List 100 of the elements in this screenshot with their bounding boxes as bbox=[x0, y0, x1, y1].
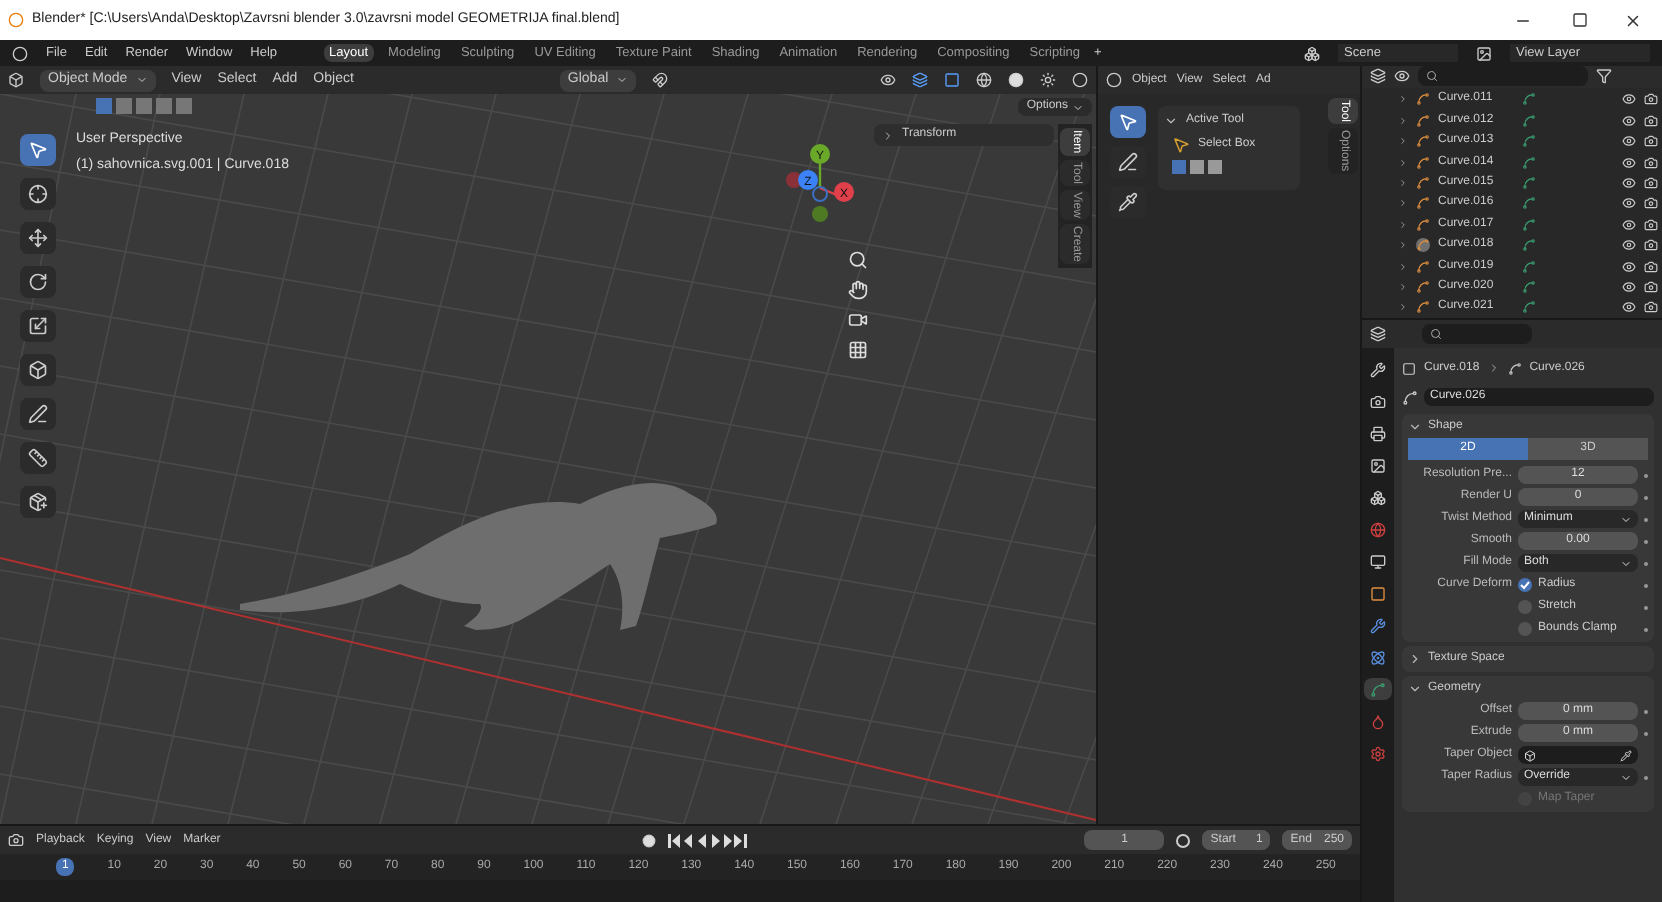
curve-data-icon[interactable] bbox=[1364, 678, 1392, 700]
curve-icon[interactable] bbox=[1416, 217, 1430, 232]
curve-icon[interactable] bbox=[1416, 134, 1430, 149]
material-shading-icon[interactable] bbox=[1040, 72, 1056, 88]
playback-controls-icon[interactable] bbox=[668, 833, 749, 847]
caret-icon bbox=[1620, 513, 1632, 525]
curve-icon[interactable] bbox=[1416, 300, 1430, 315]
visibility-icon[interactable] bbox=[1622, 155, 1636, 170]
add-cube-icon[interactable] bbox=[20, 486, 56, 518]
modifier-icon bbox=[1522, 175, 1536, 190]
caret-icon bbox=[1072, 101, 1084, 113]
render-camera-icon[interactable] bbox=[1644, 155, 1658, 170]
checkbox[interactable] bbox=[1518, 578, 1532, 592]
camera-icon[interactable] bbox=[848, 310, 868, 330]
checkbox[interactable] bbox=[1518, 600, 1532, 614]
display-mode-icon[interactable] bbox=[1370, 68, 1386, 85]
curve-icon[interactable] bbox=[1416, 238, 1430, 253]
pan-hand-icon[interactable] bbox=[848, 280, 868, 300]
object-field[interactable] bbox=[1518, 746, 1638, 764]
render-camera-icon[interactable] bbox=[1644, 217, 1658, 232]
record-icon[interactable] bbox=[642, 833, 657, 847]
render-camera-icon[interactable] bbox=[1644, 113, 1658, 128]
rendered-shading-icon[interactable] bbox=[1072, 72, 1088, 88]
checkbox[interactable] bbox=[1518, 622, 1532, 636]
visibility-icon[interactable] bbox=[1622, 259, 1636, 274]
scale-icon[interactable] bbox=[20, 310, 56, 342]
render-camera-icon[interactable] bbox=[1644, 300, 1658, 315]
curve-icon[interactable] bbox=[1416, 92, 1430, 107]
grid-icon[interactable] bbox=[848, 340, 868, 360]
view-icon[interactable] bbox=[1394, 68, 1410, 85]
solid-shading-icon[interactable] bbox=[1008, 72, 1024, 88]
search-field[interactable] bbox=[1422, 324, 1532, 344]
modifier-icon bbox=[1522, 238, 1536, 253]
visibility-icon[interactable] bbox=[1622, 279, 1636, 294]
visibility-icon[interactable] bbox=[1622, 92, 1636, 107]
wireframe-shading-icon[interactable] bbox=[976, 72, 992, 88]
editor-type-icon[interactable] bbox=[8, 832, 24, 848]
rotate-icon[interactable] bbox=[20, 266, 56, 298]
render-camera-icon[interactable] bbox=[1644, 196, 1658, 211]
render-camera-icon[interactable] bbox=[1644, 175, 1658, 190]
transform-icon[interactable] bbox=[20, 354, 56, 386]
zoom-icon[interactable] bbox=[848, 250, 868, 270]
filter-icon[interactable] bbox=[1596, 68, 1612, 85]
curve-icon[interactable] bbox=[1416, 113, 1430, 128]
editor-type-icon[interactable] bbox=[8, 72, 24, 88]
visibility-icon[interactable] bbox=[1622, 217, 1636, 232]
render-camera-icon[interactable] bbox=[1644, 279, 1658, 294]
visibility-icon[interactable] bbox=[1622, 175, 1636, 190]
select-box-icon[interactable] bbox=[1110, 106, 1146, 138]
modifier-icon bbox=[1522, 279, 1536, 294]
select-box-icon[interactable] bbox=[20, 134, 56, 166]
render-camera-icon[interactable] bbox=[1644, 238, 1658, 253]
curve-icon[interactable] bbox=[1416, 155, 1430, 170]
scene-icon[interactable] bbox=[1304, 45, 1320, 61]
eyedropper-icon[interactable] bbox=[1620, 749, 1632, 761]
visibility-icon[interactable] bbox=[1622, 113, 1636, 128]
breadcrumb-separator-icon bbox=[1487, 362, 1500, 374]
modifier-icon bbox=[1522, 155, 1536, 170]
disclosure-icon[interactable] bbox=[1408, 651, 1422, 665]
caret-icon bbox=[135, 74, 148, 86]
visibility-icon[interactable] bbox=[1622, 134, 1636, 149]
cursor-icon[interactable] bbox=[20, 178, 56, 210]
move-icon[interactable] bbox=[20, 222, 56, 254]
curve-data-icon[interactable] bbox=[1402, 389, 1418, 405]
render-camera-icon[interactable] bbox=[1644, 92, 1658, 107]
caret-icon bbox=[616, 74, 629, 86]
editor-type-icon[interactable] bbox=[1106, 72, 1122, 88]
search-icon bbox=[1430, 328, 1442, 340]
modifier-icon bbox=[1522, 217, 1536, 232]
annotate-icon[interactable] bbox=[20, 398, 56, 430]
maximize-icon[interactable] bbox=[1572, 12, 1588, 28]
visibility-icon[interactable] bbox=[1622, 300, 1636, 315]
modifier-icon bbox=[1522, 300, 1536, 315]
modifier-icon bbox=[1522, 259, 1536, 274]
visibility-icon[interactable] bbox=[1622, 196, 1636, 211]
disclosure-icon[interactable] bbox=[1408, 419, 1422, 433]
view-layer-icon[interactable] bbox=[1476, 45, 1492, 61]
select-box-icon bbox=[1172, 136, 1190, 154]
visibility-icon[interactable] bbox=[880, 72, 896, 88]
measure-icon[interactable] bbox=[20, 442, 56, 474]
curve-icon[interactable] bbox=[1416, 196, 1430, 211]
overlay-toggle-icon[interactable] bbox=[944, 72, 960, 88]
disclosure-icon[interactable] bbox=[1164, 114, 1178, 128]
gizmo-toggle-icon[interactable] bbox=[912, 72, 928, 88]
search-field[interactable] bbox=[1418, 66, 1588, 87]
render-camera-icon[interactable] bbox=[1644, 259, 1658, 274]
modifier-icon bbox=[1522, 134, 1536, 149]
app-logo-icon[interactable] bbox=[12, 45, 28, 61]
render-camera-icon[interactable] bbox=[1644, 134, 1658, 149]
curve-icon[interactable] bbox=[1416, 175, 1430, 190]
modifier-icon bbox=[1522, 113, 1536, 128]
visibility-icon[interactable] bbox=[1622, 238, 1636, 253]
app-logo-icon bbox=[8, 12, 24, 28]
editor-type-icon[interactable] bbox=[1370, 326, 1386, 342]
close-icon[interactable] bbox=[1624, 11, 1642, 29]
curve-icon[interactable] bbox=[1416, 259, 1430, 274]
object-icon bbox=[1402, 361, 1416, 375]
curve-icon[interactable] bbox=[1416, 279, 1430, 294]
snap-icon[interactable] bbox=[652, 72, 669, 88]
disclosure-icon[interactable] bbox=[1408, 681, 1422, 695]
